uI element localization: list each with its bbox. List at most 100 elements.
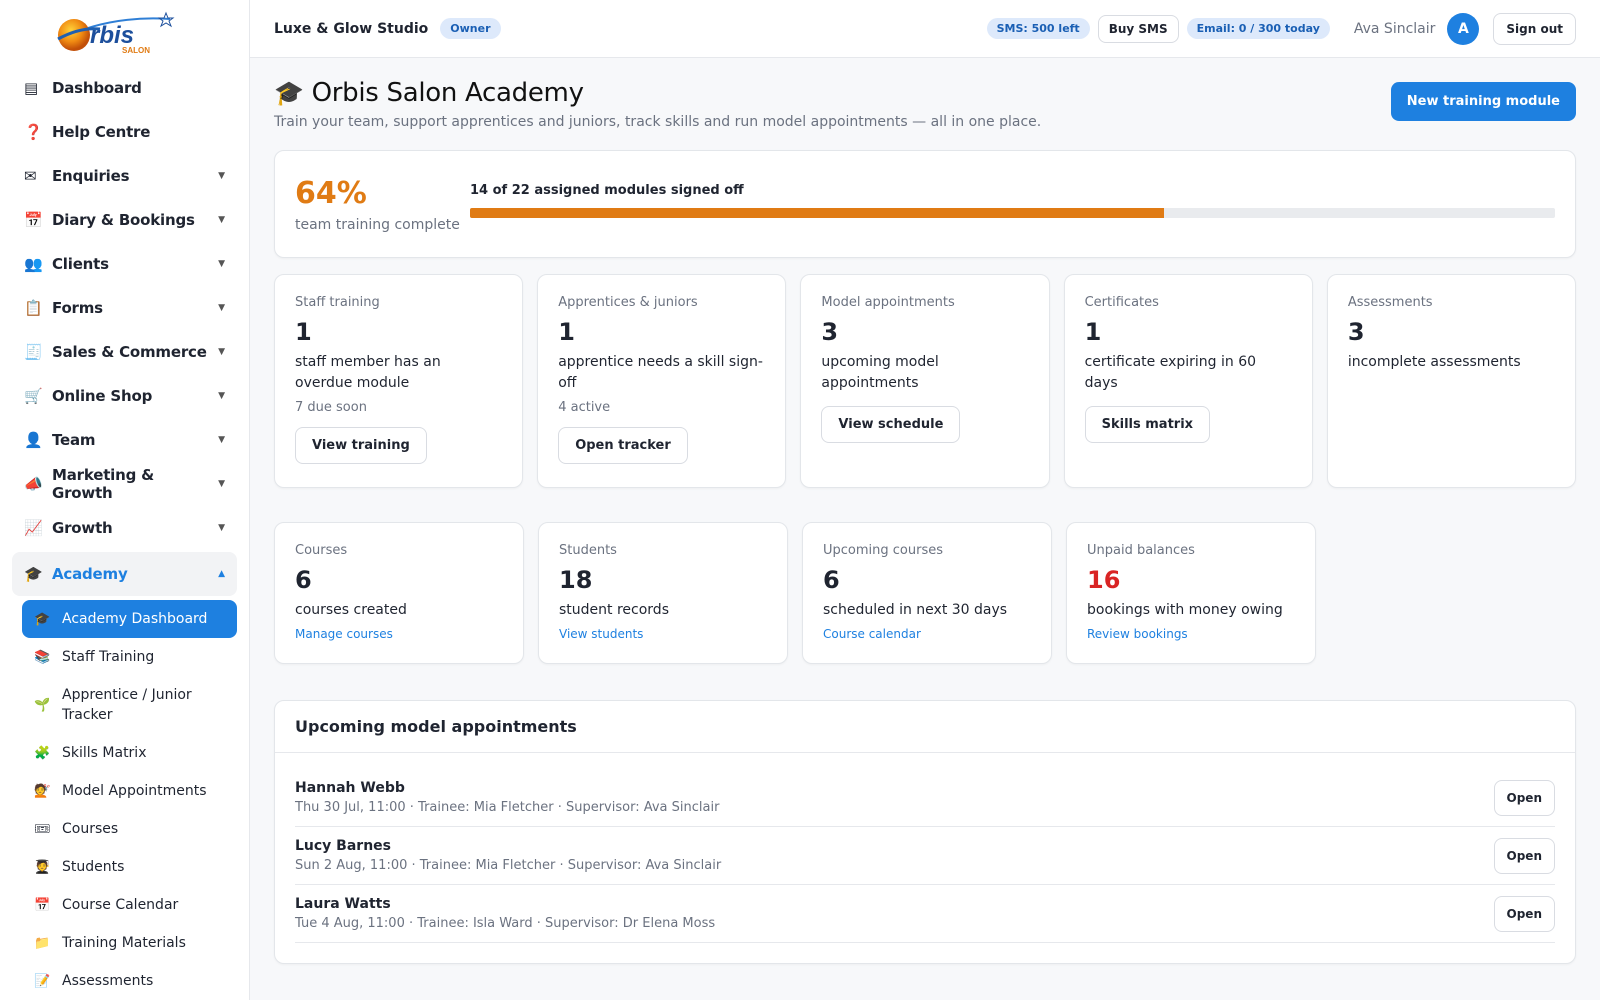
- sidebar-item-dashboard[interactable]: ▤ Dashboard: [12, 66, 237, 110]
- open-appointment-button[interactable]: Open: [1493, 837, 1555, 874]
- sidebar-subitem-label: Model Appointments: [62, 783, 207, 799]
- sidebar-subitem-label: Courses: [62, 821, 119, 837]
- sidebar-item-label: Enquiries: [52, 167, 130, 185]
- chevron-down-icon: ▼: [218, 479, 225, 489]
- stat-meta: 7 due soon: [295, 400, 367, 415]
- stat-number: 3: [1347, 318, 1365, 346]
- stat-card: Students 18 student records View students: [538, 522, 788, 664]
- stat-link[interactable]: Review bookings: [1087, 627, 1188, 641]
- stat-action-button[interactable]: Skills matrix: [1084, 406, 1211, 443]
- stat-action-button[interactable]: View schedule: [821, 406, 961, 443]
- stats-row-secondary: Courses 6 courses created Manage courses Stu…: [274, 522, 1576, 664]
- sidebar-subitem-skills-matrix[interactable]: 🧩 Skills Matrix: [22, 734, 237, 772]
- buy-sms-button[interactable]: Buy SMS: [1097, 14, 1179, 43]
- progress-label: 14 of 22 assigned modules signed off: [470, 182, 744, 198]
- stat-link[interactable]: Course calendar: [823, 627, 921, 641]
- app-shell: rbis SALON ▤ Dashboard ❓ Help Centre ✉ Enquir…: [0, 0, 1600, 1000]
- sidebar-subitem-course-calendar[interactable]: 📅 Course Calendar: [22, 886, 237, 924]
- topbar: Luxe & Glow Studio Owner SMS: 500 left B…: [250, 0, 1600, 58]
- sidebar-subitem-training-materials[interactable]: 📁 Training Materials: [22, 924, 237, 962]
- student-icon: 🧑‍🎓: [34, 859, 51, 875]
- sidebar-subitem-students[interactable]: 🧑‍🎓 Students: [22, 848, 237, 886]
- stat-card: Assessments 3 incomplete assessments: [1326, 274, 1577, 488]
- chevron-down-icon: ▼: [218, 215, 225, 225]
- progress-track: [470, 207, 1555, 218]
- stat-action-button[interactable]: View training: [295, 427, 427, 464]
- megaphone-icon: 📣: [24, 475, 43, 493]
- appointment-row: Laura Watts Tue 4 Aug, 11:00 · Trainee: I…: [295, 885, 1555, 943]
- sidebar-subitem-assessments[interactable]: 📝 Assessments: [22, 962, 237, 1000]
- sidebar-subitem-apprentice-junior-tracker[interactable]: 🌱 Apprentice / Junior Tracker: [22, 676, 237, 734]
- sidebar-subitem-label: Staff Training: [62, 649, 155, 665]
- chevron-down-icon: ▼: [218, 171, 225, 181]
- stat-label: Unpaid balances: [1087, 543, 1195, 558]
- stat-description: staff member has an overdue module: [295, 354, 441, 391]
- progress-fill: [470, 207, 1165, 218]
- sidebar-item-label: Team: [52, 431, 96, 449]
- main-area: Luxe & Glow Studio Owner SMS: 500 left B…: [250, 0, 1600, 1000]
- graduation-cap-icon: 🎓: [24, 565, 43, 583]
- stat-label: Staff training: [295, 295, 380, 310]
- sidebar-item-clients[interactable]: 👥 Clients ▼: [12, 242, 237, 286]
- academy-submenu: 🎓 Academy Dashboard 📚 Staff Training 🌱 Appren…: [12, 600, 237, 1000]
- stat-description: courses created: [295, 602, 407, 618]
- open-appointment-button[interactable]: Open: [1493, 779, 1555, 816]
- sidebar-subitem-academy-dashboard[interactable]: 🎓 Academy Dashboard: [22, 600, 237, 638]
- sidebar-item-team[interactable]: 👤 Team ▼: [12, 418, 237, 462]
- stat-description: scheduled in next 30 days: [823, 602, 1008, 618]
- sidebar-item-online-shop[interactable]: 🛒 Online Shop ▼: [12, 374, 237, 418]
- sidebar-item-help-centre[interactable]: ❓ Help Centre: [12, 110, 237, 154]
- stat-link[interactable]: Manage courses: [295, 627, 393, 641]
- avatar[interactable]: A: [1447, 12, 1480, 45]
- section-title: Upcoming model appointments: [275, 701, 1575, 753]
- svg-text:SALON: SALON: [122, 46, 150, 55]
- sidebar-item-academy[interactable]: 🎓 Academy ▲: [12, 552, 237, 596]
- progress-caption: team training complete: [295, 216, 460, 233]
- sidebar-item-label: Forms: [52, 299, 103, 317]
- sidebar-item-enquiries[interactable]: ✉ Enquiries ▼: [12, 154, 237, 198]
- sidebar-subitem-courses[interactable]: 🎟 Courses: [22, 810, 237, 848]
- sidebar-item-forms[interactable]: 📋 Forms ▼: [12, 286, 237, 330]
- memo-icon: 📝: [34, 973, 51, 989]
- stat-link[interactable]: View students: [559, 627, 643, 641]
- open-appointment-button[interactable]: Open: [1493, 895, 1555, 932]
- new-training-module-button[interactable]: New training module: [1390, 82, 1576, 121]
- sidebar-item-sales-commerce[interactable]: 🧾 Sales & Commerce ▼: [12, 330, 237, 374]
- stat-card: Staff training 1 staff member has an overd…: [274, 274, 524, 488]
- sidebar-item-diary-bookings[interactable]: 📅 Diary & Bookings ▼: [12, 198, 237, 242]
- stat-description: bookings with money owing: [1087, 602, 1283, 618]
- chart-up-icon: 📈: [24, 519, 43, 537]
- help-icon: ❓: [24, 123, 43, 141]
- person-icon: 👤: [24, 431, 43, 449]
- appointment-info: Lucy Barnes Sun 2 Aug, 11:00 · Trainee: M…: [295, 838, 721, 873]
- folder-icon: 📁: [34, 935, 51, 951]
- title-row: 🎓 Orbis Salon Academy Train your team, s…: [274, 78, 1576, 130]
- appointment-model-name: Laura Watts: [295, 896, 391, 912]
- studio-name: Luxe & Glow Studio: [274, 20, 429, 37]
- sidebar-subitem-model-appointments[interactable]: 💇 Model Appointments: [22, 772, 237, 810]
- sidebar-item-label: Diary & Bookings: [52, 211, 195, 229]
- chevron-down-icon: ▼: [218, 259, 225, 269]
- chevron-down-icon: ▼: [218, 347, 225, 357]
- clients-icon: 👥: [24, 255, 43, 273]
- orbis-logo[interactable]: rbis SALON: [12, 0, 237, 66]
- calendar-icon: 📅: [24, 211, 43, 229]
- sidebar-item-marketing-growth[interactable]: 📣 Marketing & Growth ▼: [12, 462, 237, 506]
- sidebar-subitem-staff-training[interactable]: 📚 Staff Training: [22, 638, 237, 676]
- sidebar-subitem-label: Students: [62, 859, 125, 875]
- chevron-down-icon: ▼: [218, 435, 225, 445]
- sidebar-item-growth[interactable]: 📈 Growth ▼: [12, 506, 237, 550]
- appointment-model-name: Hannah Webb: [295, 780, 405, 796]
- stat-action-button[interactable]: Open tracker: [558, 427, 688, 464]
- dashboard-icon: ▤: [24, 79, 39, 97]
- sidebar-item-label: Sales & Commerce: [52, 343, 207, 361]
- page-content: 🎓 Orbis Salon Academy Train your team, s…: [250, 58, 1600, 964]
- puzzle-icon: 🧩: [34, 745, 51, 761]
- page-title: 🎓 Orbis Salon Academy: [274, 78, 1041, 108]
- page-title-text: Orbis Salon Academy: [311, 78, 584, 108]
- graduation-cap-icon: 🎓: [34, 611, 51, 627]
- receipt-icon: 🧾: [24, 343, 43, 361]
- appointments-list: Hannah Webb Thu 30 Jul, 11:00 · Trainee: …: [275, 753, 1575, 963]
- sidebar-item-label: Marketing & Growth: [52, 466, 155, 502]
- sign-out-button[interactable]: Sign out: [1493, 12, 1576, 45]
